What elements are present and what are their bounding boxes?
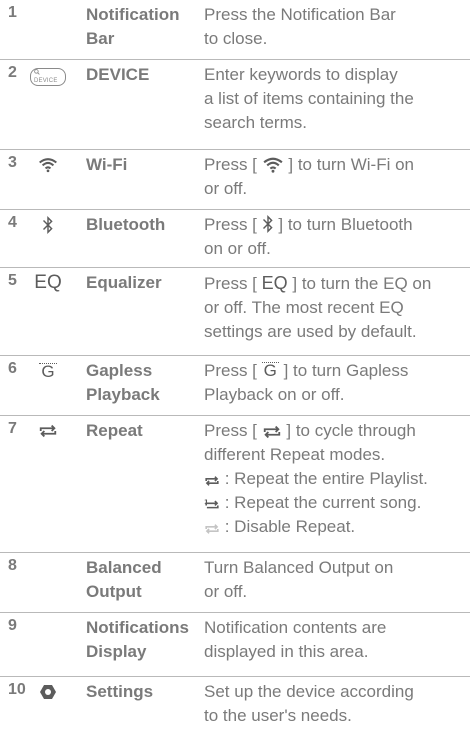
repeat-all-icon: [205, 476, 219, 486]
row-name: Wi-Fi: [86, 155, 128, 174]
row-description: Set up the device according to the user'…: [204, 682, 414, 725]
row-number: 6: [8, 360, 17, 377]
table-row: 9 Notifications Display Notification con…: [0, 613, 470, 677]
wifi-icon: [263, 157, 283, 173]
row-description: Enter keywords to display a list of item…: [204, 65, 414, 132]
repeat-icon: [263, 425, 280, 439]
eq-icon: EQ: [261, 273, 288, 293]
device-search-icon: DEVICE: [30, 66, 66, 88]
eq-icon: EQ: [34, 272, 62, 293]
row-number: 8: [8, 557, 17, 574]
row-number: 1: [8, 4, 17, 21]
gapless-icon: G: [261, 361, 279, 380]
gapless-icon: G: [39, 361, 57, 381]
row-description: Turn Balanced Output on or off.: [204, 558, 394, 601]
row-name: DEVICE: [86, 65, 150, 84]
table-row: 8 Balanced Output Turn Balanced Output o…: [0, 553, 470, 613]
row-description: Press the Notification Bar to close.: [204, 5, 396, 48]
row-description: Press [ ] to turn Wi-Fi on or off.: [204, 155, 415, 198]
wifi-icon: [30, 154, 66, 176]
row-description: Press [ ] to cycle through different Rep…: [204, 421, 428, 536]
table-row: 7 Repeat Press [ ] to cycle through diff…: [0, 416, 470, 553]
table-row: 6 G Gapless Playback Press [ G ] to turn…: [0, 356, 470, 416]
row-number: 4: [8, 214, 17, 231]
row-description: Press [ G ] to turn Gapless Playback on …: [204, 361, 409, 404]
row-number: 7: [8, 420, 17, 437]
settings-icon: [30, 681, 66, 703]
row-description: Press [ EQ ] to turn the EQ on or off. T…: [204, 273, 432, 341]
row-number: 10: [8, 681, 26, 698]
table-row: 3 Wi-Fi Press [ ] to turn Wi-Fi on or of…: [0, 150, 470, 210]
row-name: Notifications Display: [86, 618, 189, 661]
row-number: 5: [8, 272, 17, 289]
repeat-icon: [30, 420, 66, 442]
table-row: 1 Notification Bar Press the Notificatio…: [0, 0, 470, 60]
bluetooth-icon: [262, 215, 273, 233]
repeat-one-icon: 1: [204, 498, 219, 509]
row-name: Gapless Playback: [86, 361, 160, 404]
row-name: Notification Bar: [86, 5, 180, 48]
row-number: 2: [8, 64, 17, 81]
row-name: Settings: [86, 682, 154, 701]
row-name: Repeat: [86, 421, 143, 440]
repeat-off-icon: [205, 524, 219, 534]
bluetooth-icon: [30, 214, 66, 236]
row-name: Equalizer: [86, 273, 162, 292]
row-description: Notification contents are displayed in t…: [204, 618, 387, 661]
table-row: 10 Settings Set up the device according …: [0, 677, 470, 739]
row-number: 9: [8, 617, 17, 634]
table-row: 4 Bluetooth Press [ ] to turn Bluetooth …: [0, 210, 470, 268]
table-row: 2 DEVICE DEVICE Enter keywords to displa…: [0, 60, 470, 150]
row-description: Press [ ] to turn Bluetooth on or off.: [204, 215, 413, 258]
row-number: 3: [8, 154, 17, 171]
row-name: Bluetooth: [86, 215, 166, 234]
row-name: Balanced Output: [86, 558, 162, 601]
table-row: 5 EQ Equalizer Press [ EQ ] to turn the …: [0, 268, 470, 356]
